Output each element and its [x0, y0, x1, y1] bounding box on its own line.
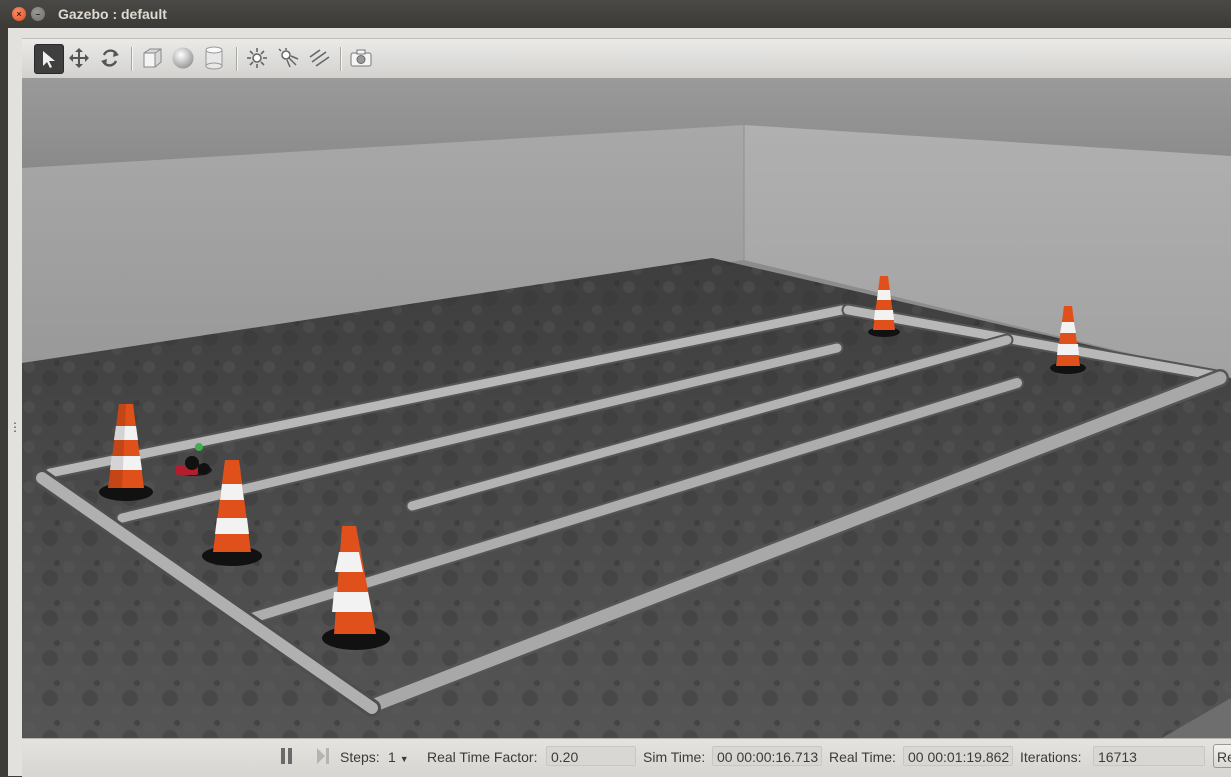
select-mode-icon[interactable]: [34, 44, 64, 74]
real-time-field: 00 00:01:19.862: [903, 746, 1013, 766]
panel-handle-icon[interactable]: ⋮: [9, 421, 21, 439]
step-button[interactable]: [316, 748, 330, 764]
minimize-button[interactable]: –: [31, 7, 45, 21]
toolbar-separator: [340, 47, 342, 71]
iterations-field: 16713: [1093, 746, 1205, 766]
title-bar: × – Gazebo : default: [0, 0, 1231, 29]
directional-light-icon[interactable]: [305, 44, 333, 72]
real-time-factor-label: Real Time Factor:: [427, 749, 538, 765]
scene-viewport[interactable]: [22, 78, 1231, 738]
robot-marker: [195, 443, 203, 451]
spot-light-icon[interactable]: [274, 44, 302, 72]
screenshot-icon[interactable]: [347, 44, 375, 72]
sim-time-field: 00 00:00:16.713: [712, 746, 822, 766]
reset-time-button[interactable]: Re: [1213, 744, 1231, 768]
toolbar: [22, 38, 1231, 79]
translate-mode-icon[interactable]: [65, 44, 93, 72]
sphere-shape-icon[interactable]: [169, 44, 197, 72]
point-light-icon[interactable]: [243, 44, 271, 72]
cylinder-shape-icon[interactable]: [200, 44, 228, 72]
box-shape-icon[interactable]: [138, 44, 166, 72]
real-time-factor-field: 0.20: [546, 746, 636, 766]
rotate-mode-icon[interactable]: [96, 44, 124, 72]
steps-value: 1: [388, 749, 396, 765]
toolbar-separator: [131, 47, 133, 71]
status-bar: Steps: 1 ▼ Real Time Factor: 0.20 Sim Ti…: [22, 738, 1231, 777]
iterations-label: Iterations:: [1020, 749, 1082, 765]
toolbar-separator: [236, 47, 238, 71]
sim-time-label: Sim Time:: [643, 749, 706, 765]
steps-dropdown[interactable]: 1 ▼: [388, 749, 409, 765]
chevron-down-icon: ▼: [399, 754, 409, 764]
close-button[interactable]: ×: [12, 7, 26, 21]
scene-render: [22, 78, 1231, 738]
pause-button[interactable]: [280, 748, 294, 764]
window-left-edge: [0, 28, 8, 776]
real-time-label: Real Time:: [829, 749, 896, 765]
menu-gap: [22, 28, 1231, 38]
window-title: Gazebo : default: [58, 6, 167, 22]
steps-label: Steps:: [340, 749, 380, 765]
